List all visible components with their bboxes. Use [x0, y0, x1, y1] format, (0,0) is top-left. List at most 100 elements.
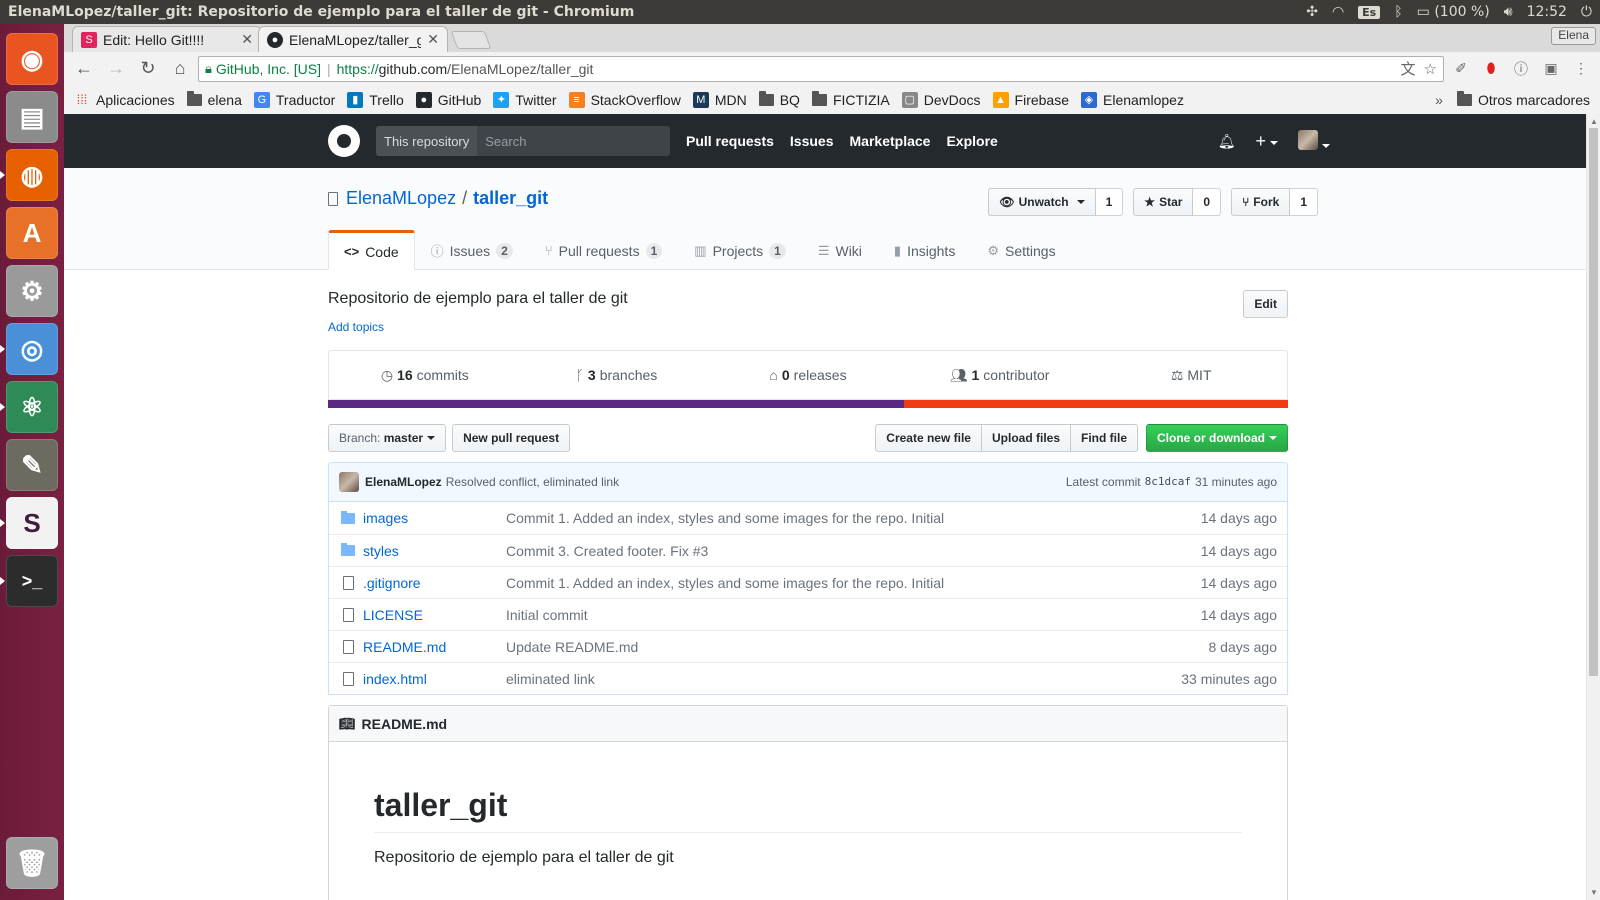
- upload-files-button[interactable]: Upload files: [980, 424, 1071, 452]
- translate-icon[interactable]: 文: [1401, 58, 1416, 79]
- scroll-down-icon[interactable]: ▼: [1590, 888, 1598, 897]
- bookmark-elenamlopez[interactable]: ◈ Elenamlopez: [1081, 91, 1184, 108]
- tab-wiki[interactable]: ☰ Wiki: [802, 230, 878, 270]
- browser-tab-github[interactable]: ● ElenaMLopez/taller_git ✕: [258, 26, 448, 52]
- unwatch-button[interactable]: 👁︎ Unwatch: [988, 188, 1096, 216]
- ubuntu-dash-icon[interactable]: ◉: [6, 33, 58, 85]
- notifications-bell-icon[interactable]: 🔔︎: [1218, 133, 1236, 150]
- tab-settings[interactable]: ⚙ Settings: [971, 230, 1071, 270]
- scroll-up-icon[interactable]: ▲: [1590, 117, 1598, 126]
- avatar[interactable]: [339, 472, 359, 492]
- commits-link[interactable]: ◷ 16 commits: [329, 351, 521, 399]
- files-icon[interactable]: ▤: [6, 91, 58, 143]
- bookmark-other-folder[interactable]: Otros marcadores: [1456, 90, 1590, 108]
- tab-insights[interactable]: ▮ Insights: [878, 230, 971, 270]
- new-pull-request-button[interactable]: New pull request: [452, 424, 571, 452]
- tab-pull-requests[interactable]: ⑂ Pull requests 1: [529, 230, 678, 270]
- nav-pull-requests[interactable]: Pull requests: [686, 133, 774, 149]
- close-tab-icon[interactable]: ✕: [427, 31, 439, 48]
- tab-projects[interactable]: ▥ Projects 1: [678, 230, 802, 270]
- nav-marketplace[interactable]: Marketplace: [850, 133, 931, 149]
- contributors-link[interactable]: 👥︎ 1 contributor: [904, 351, 1096, 399]
- battery-indicator[interactable]: ▭ (100 %): [1417, 4, 1490, 20]
- close-tab-icon[interactable]: ✕: [241, 31, 253, 48]
- system-settings-icon[interactable]: ⚙: [6, 265, 58, 317]
- volume-icon[interactable]: 🔊︎: [1504, 4, 1513, 20]
- bookmark-twitter[interactable]: ✦ Twitter: [493, 91, 557, 108]
- commit-message-link[interactable]: Commit 1. Added an index, styles and som…: [506, 510, 1201, 526]
- language-segment-html[interactable]: [328, 400, 904, 408]
- file-name-link[interactable]: images: [363, 510, 506, 526]
- nav-explore[interactable]: Explore: [946, 133, 997, 149]
- bookmark-star-icon[interactable]: ☆: [1424, 60, 1437, 78]
- new-tab-button[interactable]: [450, 31, 492, 49]
- commit-message-link[interactable]: Resolved conflict, eliminated link: [446, 475, 619, 489]
- keyboard-layout-indicator[interactable]: Es: [1358, 5, 1381, 19]
- bookmark-fictizia[interactable]: FICTIZIA: [811, 90, 890, 108]
- commit-author-link[interactable]: ElenaMLopez: [365, 475, 442, 489]
- repo-owner-link[interactable]: ElenaMLopez: [346, 188, 456, 209]
- file-name-link[interactable]: README.md: [363, 639, 506, 655]
- gimp-icon[interactable]: ✎: [6, 439, 58, 491]
- atom-icon[interactable]: ⚛: [0, 381, 58, 433]
- extension-info-icon[interactable]: ⓘ: [1508, 56, 1534, 82]
- forward-icon[interactable]: →: [102, 55, 130, 83]
- repo-name-link[interactable]: taller_git: [473, 188, 548, 209]
- file-name-link[interactable]: index.html: [363, 671, 506, 687]
- terminal-icon[interactable]: >_: [0, 555, 58, 607]
- reload-icon[interactable]: ↻: [134, 55, 162, 83]
- wifi-icon[interactable]: ◠: [1332, 4, 1344, 20]
- create-new-file-button[interactable]: Create new file: [875, 424, 982, 452]
- lock-icon[interactable]: 🔒︎: [205, 61, 212, 77]
- extension-opera-icon[interactable]: ⬮: [1478, 56, 1504, 82]
- bluetooth-icon[interactable]: ᛒ: [1394, 4, 1402, 20]
- search-scope[interactable]: This repository: [376, 126, 478, 156]
- bookmark-aplicaciones[interactable]: ⁞⁞⁞ Aplicaciones: [74, 92, 175, 108]
- browser-tab-edit[interactable]: S Edit: Hello Git!!!! ✕: [72, 26, 262, 52]
- commit-message-link[interactable]: Initial commit: [506, 607, 1201, 623]
- page-scrollbar[interactable]: ▲ ▼: [1586, 114, 1600, 900]
- commit-message-link[interactable]: Update README.md: [506, 639, 1209, 655]
- tab-issues[interactable]: ⓘ Issues 2: [415, 230, 529, 270]
- stargazers-count[interactable]: 0: [1193, 188, 1222, 216]
- clone-or-download-button[interactable]: Clone or download: [1146, 424, 1288, 452]
- releases-link[interactable]: ⌂ 0 releases: [712, 351, 904, 399]
- extension-box-icon[interactable]: ▣: [1538, 56, 1564, 82]
- profile-button[interactable]: Elena: [1551, 27, 1596, 45]
- edit-description-button[interactable]: Edit: [1243, 290, 1288, 318]
- branch-select-button[interactable]: Branch: master: [328, 424, 447, 452]
- star-button[interactable]: ★ Star: [1133, 188, 1194, 216]
- file-name-link[interactable]: styles: [363, 543, 506, 559]
- file-name-link[interactable]: .gitignore: [363, 575, 506, 591]
- create-new-dropdown[interactable]: +: [1255, 131, 1278, 152]
- slack-icon[interactable]: S: [0, 497, 58, 549]
- find-file-button[interactable]: Find file: [1070, 424, 1138, 452]
- language-segment-css[interactable]: [904, 400, 1288, 408]
- bookmark-github[interactable]: ● GitHub: [415, 91, 481, 108]
- url-text[interactable]: https://github.com/ElenaMLopez/taller_gi…: [337, 61, 1393, 77]
- bookmark-devdocs[interactable]: ▢ DevDocs: [901, 91, 981, 108]
- menu-icon[interactable]: ⋮: [1568, 56, 1594, 82]
- software-center-icon[interactable]: A: [6, 207, 58, 259]
- back-icon[interactable]: ←: [70, 55, 98, 83]
- watchers-count[interactable]: 1: [1095, 188, 1124, 216]
- address-bar[interactable]: 🔒︎ GitHub, Inc. [US] | https://github.co…: [198, 55, 1444, 82]
- commit-sha-link[interactable]: 8c1dcaf: [1145, 475, 1191, 489]
- tab-code[interactable]: <> Code: [328, 230, 415, 270]
- license-link[interactable]: ⚖ MIT: [1095, 351, 1287, 399]
- bookmark-firebase[interactable]: ▲ Firebase: [992, 91, 1069, 108]
- more-bookmarks-chevron-icon[interactable]: »: [1435, 92, 1443, 108]
- nav-issues[interactable]: Issues: [790, 133, 834, 149]
- trash-icon[interactable]: 🗑︎: [6, 837, 58, 889]
- file-name-link[interactable]: LICENSE: [363, 607, 506, 623]
- bookmark-bq[interactable]: BQ: [758, 90, 800, 108]
- bookmark-stackoverflow[interactable]: ≡ StackOverflow: [568, 91, 681, 108]
- clock[interactable]: 12:52: [1527, 4, 1567, 20]
- github-logo-icon[interactable]: [328, 125, 360, 157]
- site-identity[interactable]: GitHub, Inc. [US]: [216, 61, 321, 77]
- bookmark-traductor[interactable]: G Traductor: [253, 91, 335, 108]
- extension-pen-icon[interactable]: ✐: [1448, 56, 1474, 82]
- forks-count[interactable]: 1: [1290, 188, 1318, 216]
- scrollbar-thumb[interactable]: [1589, 128, 1598, 676]
- user-avatar-dropdown[interactable]: [1298, 129, 1330, 153]
